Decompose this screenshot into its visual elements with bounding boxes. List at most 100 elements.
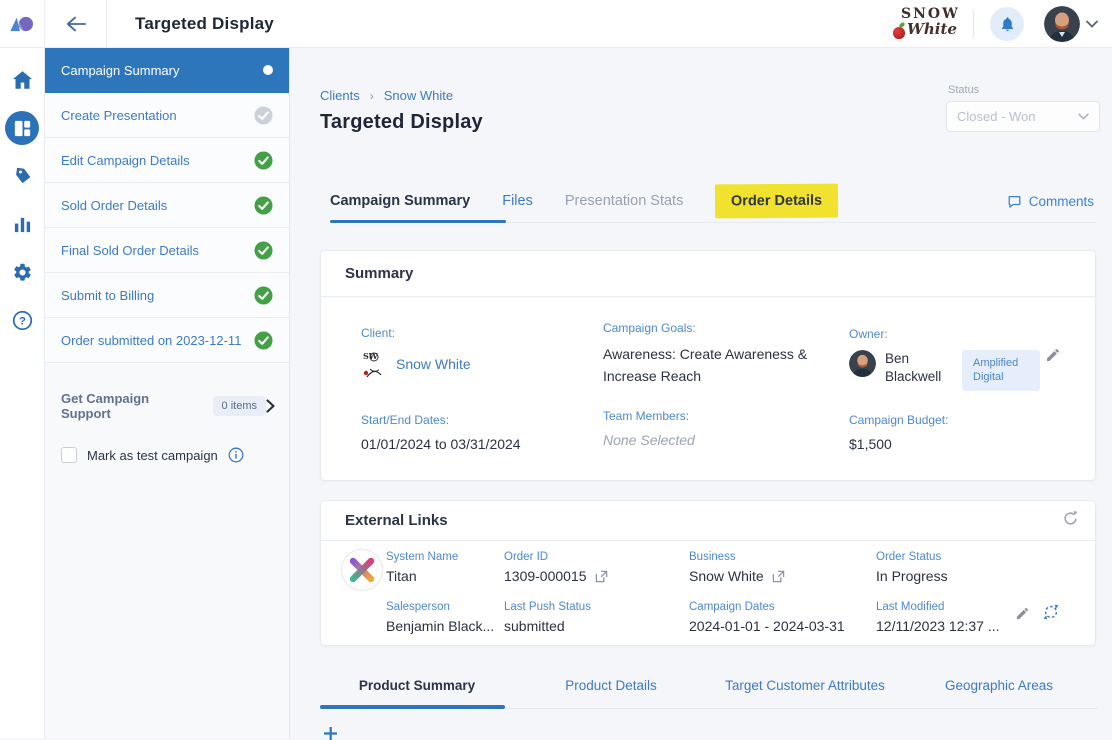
tab-target-customer-attributes[interactable]: Target Customer Attributes <box>708 672 902 699</box>
tab-presentation-stats[interactable]: Presentation Stats <box>565 187 684 215</box>
test-campaign-label: Mark as test campaign <box>87 448 218 463</box>
svg-text:?: ? <box>19 315 26 327</box>
external-link-icon[interactable] <box>772 570 785 583</box>
titan-system-logo <box>341 549 383 591</box>
sidebar-item-submit-to-billing[interactable]: Submit to Billing <box>45 273 289 318</box>
order-status-label: Order Status <box>876 551 948 563</box>
edit-owner-pencil-icon[interactable] <box>1045 347 1061 363</box>
sidebar-item-order-submitted[interactable]: Order submitted on 2023-12-11 <box>45 318 289 363</box>
owner-photo <box>849 350 876 377</box>
dates-value: 01/01/2024 to 03/31/2024 <box>361 436 521 452</box>
client-mini-logo-icon: SW <box>361 349 387 379</box>
sidebar-item-label: Edit Campaign Details <box>61 153 190 168</box>
comment-bubble-icon <box>1007 194 1022 209</box>
topbar-right: SNOW White <box>891 3 1112 45</box>
client-link[interactable]: Snow White <box>396 356 471 372</box>
page-title: Targeted Display <box>320 111 483 134</box>
tab-files[interactable]: Files <box>502 187 533 215</box>
back-button[interactable] <box>45 0 107 48</box>
sidebar-item-campaign-summary[interactable]: Campaign Summary <box>45 48 289 93</box>
refresh-icon[interactable] <box>1062 510 1079 527</box>
owner-avatar <box>849 350 876 377</box>
breadcrumb-clients[interactable]: Clients <box>320 88 360 103</box>
chevron-down-icon <box>1086 20 1098 28</box>
reports-nav-button[interactable] <box>5 207 39 241</box>
sidebar-item-create-presentation[interactable]: Create Presentation <box>45 93 289 138</box>
campaigns-nav-button[interactable] <box>5 111 39 145</box>
breadcrumb-separator: › <box>370 89 374 103</box>
support-items-badge: 0 items <box>213 396 266 416</box>
tags-nav-button[interactable] <box>5 159 39 193</box>
status-group: Status Closed - Won <box>946 84 1100 132</box>
salesperson-field: Salesperson Benjamin Black... <box>386 601 494 634</box>
adcellerant-logo-icon <box>9 14 35 34</box>
avatar[interactable] <box>1044 6 1080 42</box>
tab-product-details[interactable]: Product Details <box>514 672 708 699</box>
product-active-tab-underline <box>320 705 505 709</box>
help-nav-button[interactable]: ? <box>5 303 39 337</box>
budget-value: $1,500 <box>849 436 948 452</box>
sidebar-item-sold-order-details[interactable]: Sold Order Details <box>45 183 289 228</box>
divider <box>973 10 974 38</box>
apple-icon <box>893 27 905 39</box>
external-link-icon[interactable] <box>595 570 608 583</box>
budget-field: Campaign Budget: $1,500 <box>849 413 948 452</box>
order-id-field: Order ID 1309-000015 <box>504 551 608 584</box>
check-circle-done-icon <box>254 286 273 305</box>
owner-label: Owner: <box>849 327 1040 341</box>
support-label: Get Campaign Support <box>61 391 203 421</box>
sidebar-item-edit-campaign-details[interactable]: Edit Campaign Details <box>45 138 289 183</box>
order-status-field: Order Status In Progress <box>876 551 948 584</box>
dates-field: Start/End Dates: 01/01/2024 to 03/31/202… <box>361 413 521 452</box>
comments-link[interactable]: Comments <box>1007 194 1094 209</box>
status-value: Closed - Won <box>957 109 1036 124</box>
tab-campaign-summary[interactable]: Campaign Summary <box>330 187 470 215</box>
tab-geographic-areas[interactable]: Geographic Areas <box>902 672 1096 699</box>
team-label: Team Members: <box>603 409 695 423</box>
breadcrumb-snow-white[interactable]: Snow White <box>384 88 453 103</box>
tab-product-summary[interactable]: Product Summary <box>320 672 514 699</box>
active-tab-underline <box>330 220 506 223</box>
sidebar-item-final-sold-order-details[interactable]: Final Sold Order Details <box>45 228 289 273</box>
tag-icon <box>12 166 33 187</box>
sidebar-item-label: Sold Order Details <box>61 198 167 213</box>
check-circle-pending-icon <box>254 106 273 125</box>
test-campaign-checkbox[interactable] <box>61 447 77 463</box>
info-icon[interactable] <box>228 447 244 463</box>
business-value: Snow White <box>689 568 764 584</box>
check-circle-done-icon <box>254 151 273 170</box>
user-menu[interactable] <box>1044 6 1098 42</box>
sync-icon[interactable] <box>1042 603 1060 621</box>
system-name-value: Titan <box>386 568 458 584</box>
campaign-dates-field: Campaign Dates 2024-01-01 - 2024-03-31 <box>689 601 845 634</box>
push-status-value: submitted <box>504 618 591 634</box>
get-campaign-support[interactable]: Get Campaign Support 0 items <box>45 391 289 421</box>
business-label: Business <box>689 551 785 563</box>
breadcrumb: Clients › Snow White <box>320 88 453 103</box>
home-nav-button[interactable] <box>5 63 39 97</box>
owner-team-badge: Amplified Digital <box>962 350 1040 391</box>
system-name-field: System Name Titan <box>386 551 458 584</box>
app-logo[interactable] <box>0 0 45 48</box>
campaign-dates-value: 2024-01-01 - 2024-03-31 <box>689 618 845 634</box>
status-select[interactable]: Closed - Won <box>946 101 1100 132</box>
last-modified-field: Last Modified 12/11/2023 12:37 ... <box>876 601 1000 634</box>
arrow-left-icon <box>65 15 87 33</box>
sidebar-item-label: Submit to Billing <box>61 288 154 303</box>
check-circle-done-icon <box>254 196 273 215</box>
sidebar-item-label: Campaign Summary <box>61 63 180 78</box>
external-links-card: External Links System Name <box>320 500 1096 646</box>
comments-label: Comments <box>1029 194 1094 209</box>
campaign-tabs: Campaign Summary Files Presentation Stat… <box>330 184 1094 218</box>
add-product-plus-icon[interactable] <box>324 727 337 740</box>
client-field: Client: SW Snow White <box>361 326 471 379</box>
test-campaign-row: Mark as test campaign <box>45 447 289 463</box>
tab-order-details[interactable]: Order Details <box>715 184 838 219</box>
question-circle-icon: ? <box>12 310 33 331</box>
notifications-button[interactable] <box>990 7 1024 41</box>
settings-nav-button[interactable] <box>5 255 39 289</box>
brand-text-white: White <box>907 20 957 38</box>
salesperson-label: Salesperson <box>386 601 494 613</box>
snow-white-brand-logo: SNOW White <box>891 3 961 45</box>
edit-external-link-pencil-icon[interactable] <box>1015 606 1030 621</box>
